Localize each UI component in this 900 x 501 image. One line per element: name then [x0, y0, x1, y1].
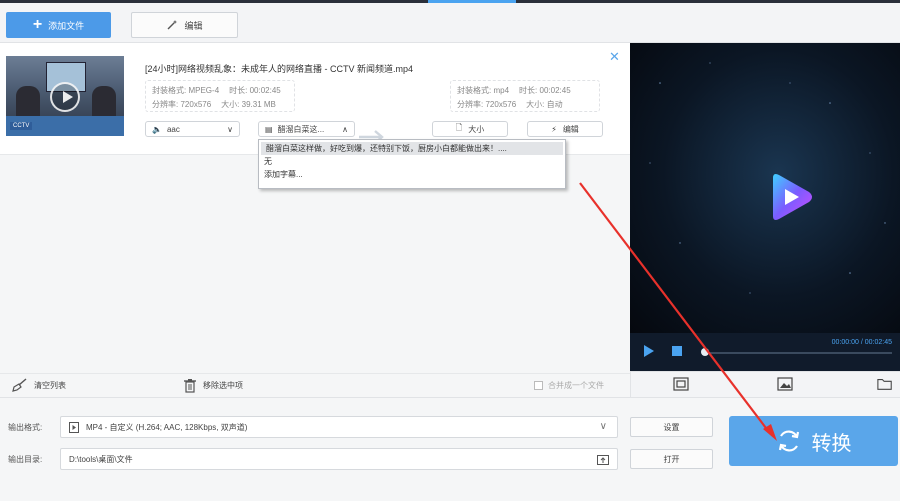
convert-button[interactable]: 转换: [729, 416, 898, 466]
magic-wand-icon: [167, 20, 178, 30]
subtitle-option-add[interactable]: 添加字幕...: [259, 168, 565, 181]
src-duration-value: 00:02:45: [249, 86, 281, 95]
open-folder-button[interactable]: 打开: [630, 449, 713, 469]
player-controls: 00:00:00 / 00:02:45: [630, 333, 900, 371]
refresh-icon: [778, 430, 799, 452]
src-resolution-label: 分辨率:: [152, 100, 179, 109]
src-size-value: 39.31 MB: [241, 100, 276, 109]
image-icon[interactable]: [777, 377, 793, 391]
file-edit-button[interactable]: ⚡ 编辑: [527, 121, 603, 137]
output-dir-value: D:\tools\桌面\文件: [69, 454, 133, 464]
toolbar: + 添加文件 编辑: [0, 3, 900, 43]
convert-label: 转换: [811, 432, 852, 455]
settings-button[interactable]: 设置: [630, 417, 713, 437]
dst-size-value: 自动: [546, 100, 563, 109]
merge-option[interactable]: 合并成一个文件: [534, 380, 604, 391]
magic-wand-icon: ⚡: [551, 124, 557, 134]
folder-icon[interactable]: [877, 377, 893, 391]
output-dir-field[interactable]: D:\tools\桌面\文件: [60, 448, 618, 470]
clear-list-button[interactable]: 清空列表: [12, 378, 66, 392]
playback-time: 00:00:00 / 00:02:45: [831, 339, 892, 346]
thumbnail-play-icon[interactable]: [50, 82, 80, 112]
video-file-icon: [69, 421, 79, 433]
add-file-label: 添加文件: [48, 20, 85, 31]
app-play-logo-icon: [773, 174, 812, 220]
subtitle-select[interactable]: ▤ 醋溜白菜这... ∧: [258, 121, 355, 137]
edit-button[interactable]: 编辑: [131, 12, 238, 38]
broom-icon: [12, 378, 27, 392]
src-size-label: 大小:: [221, 100, 240, 109]
dst-format-value: mp4: [493, 86, 510, 95]
subtitle-icon: ▤: [265, 124, 273, 134]
output-dir-label: 输出目录:: [8, 455, 43, 464]
subtitle-dropdown: 醋溜白菜这样做，好吃到爆，还特别下饭，厨房小白都能做出来！.... 无 添加字幕…: [258, 139, 566, 189]
preview-toolbar: [630, 371, 900, 397]
size-button[interactable]: 🗋 大小: [432, 121, 508, 137]
clear-list-label: 清空列表: [34, 380, 66, 390]
remove-selected-label: 移除选中项: [203, 381, 243, 390]
audio-track-select[interactable]: 🔈 aac ∨: [145, 121, 240, 137]
browse-folder-icon[interactable]: [597, 454, 609, 465]
play-icon[interactable]: [644, 345, 654, 357]
dst-duration-label: 时长:: [519, 86, 538, 95]
seek-bar[interactable]: [704, 352, 892, 354]
target-info: 封装格式: mp4 时长: 00:02:45 分辨率: 720x576 大小: 自动: [450, 80, 600, 112]
video-preview[interactable]: [630, 43, 900, 333]
thumbnail-channel-logo: CCTV: [10, 122, 33, 130]
stop-icon[interactable]: [672, 346, 682, 356]
video-thumbnail[interactable]: CCTV: [6, 56, 124, 136]
edit-label: 编辑: [184, 20, 203, 31]
dst-resolution-label: 分辨率:: [457, 100, 484, 109]
size-label: 大小: [468, 124, 485, 134]
dst-duration-value: 00:02:45: [539, 86, 571, 95]
merge-checkbox[interactable]: [534, 381, 543, 390]
chevron-up-icon: ∧: [342, 124, 348, 134]
chevron-down-icon: ∨: [599, 421, 607, 432]
screenshot-icon[interactable]: [673, 377, 689, 391]
merge-label: 合并成一个文件: [548, 381, 604, 390]
subtitle-value: 醋溜白菜这...: [277, 124, 325, 134]
add-file-button[interactable]: + 添加文件: [6, 12, 111, 38]
output-format-value: MP4 - 自定义 (H.264; AAC, 128Kbps, 双声道): [86, 422, 248, 432]
src-duration-label: 时长:: [229, 86, 248, 95]
subtitle-option-none[interactable]: 无: [259, 155, 565, 168]
output-format-label: 输出格式:: [8, 423, 43, 432]
list-action-bar: 清空列表 移除选中项 合并成一个文件: [0, 373, 630, 397]
plus-icon: +: [32, 16, 43, 33]
trash-icon: [184, 379, 196, 393]
src-format-value: MPEG-4: [188, 86, 220, 95]
remove-file-close-icon[interactable]: ✕: [609, 49, 620, 65]
subtitle-option-track[interactable]: 醋溜白菜这样做，好吃到爆，还特别下饭，厨房小白都能做出来！....: [261, 142, 563, 155]
src-resolution-value: 720x576: [180, 100, 212, 109]
output-panel: 输出格式: MP4 - 自定义 (H.264; AAC, 128Kbps, 双声…: [0, 397, 900, 501]
output-format-select[interactable]: MP4 - 自定义 (H.264; AAC, 128Kbps, 双声道) ∨: [60, 416, 618, 438]
dst-format-label: 封装格式:: [457, 86, 492, 95]
speaker-icon: 🔈: [152, 124, 162, 134]
dst-size-label: 大小:: [526, 100, 545, 109]
source-info: 封装格式: MPEG-4 时长: 00:02:45 分辨率: 720x576 大小:…: [145, 80, 295, 112]
src-format-label: 封装格式:: [152, 86, 187, 95]
audio-track-value: aac: [166, 124, 180, 134]
file-edit-label: 编辑: [562, 124, 579, 134]
seek-handle[interactable]: [701, 348, 709, 356]
file-name: [24小时]网络视频乱象：未成年人的网络直播 - CCTV 新闻频道.mp4: [145, 64, 414, 74]
file-list: CCTV [24小时]网络视频乱象：未成年人的网络直播 - CCTV 新闻频道.…: [0, 43, 630, 373]
dst-resolution-value: 720x576: [485, 100, 517, 109]
file-size-icon: 🗋: [455, 123, 463, 132]
remove-selected-button[interactable]: 移除选中项: [183, 378, 243, 393]
chevron-down-icon: ∨: [227, 124, 233, 134]
